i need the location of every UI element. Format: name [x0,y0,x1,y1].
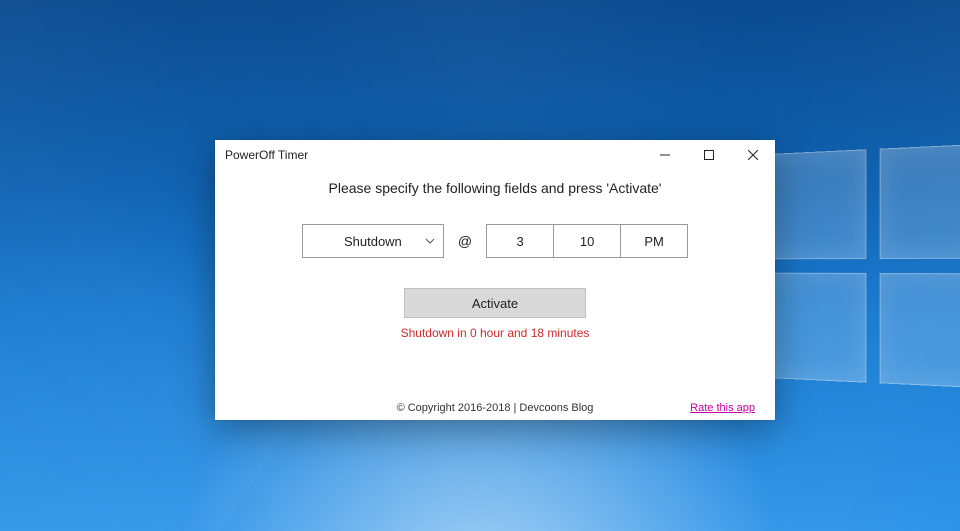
app-window: PowerOff Timer Please specify the follow… [215,140,775,420]
schedule-row: Shutdown @ 3 10 PM [302,224,688,258]
maximize-icon [704,150,714,160]
footer: © Copyright 2016-2018 | Devcoons Blog Ra… [235,396,755,414]
activate-button[interactable]: Activate [404,288,586,318]
windows-logo [767,143,960,388]
minute-field[interactable]: 10 [553,224,621,258]
copyright-text: © Copyright 2016-2018 | Devcoons Blog [397,402,594,414]
desktop-wallpaper: PowerOff Timer Please specify the follow… [0,0,960,531]
minimize-icon [660,150,670,160]
window-title: PowerOff Timer [225,148,643,162]
title-bar[interactable]: PowerOff Timer [215,140,775,170]
action-dropdown[interactable]: Shutdown [302,224,444,258]
rate-app-link[interactable]: Rate this app [690,402,755,414]
minimize-button[interactable] [643,140,687,170]
window-content: Please specify the following fields and … [215,170,775,420]
at-label: @ [454,233,476,249]
close-button[interactable] [731,140,775,170]
window-controls [643,140,775,170]
chevron-down-icon [425,236,435,246]
action-selected-label: Shutdown [344,234,402,249]
hour-field[interactable]: 3 [486,224,554,258]
instruction-text: Please specify the following fields and … [329,180,662,196]
countdown-status: Shutdown in 0 hour and 18 minutes [401,326,590,340]
maximize-button[interactable] [687,140,731,170]
meridiem-field[interactable]: PM [620,224,688,258]
close-icon [748,150,758,160]
